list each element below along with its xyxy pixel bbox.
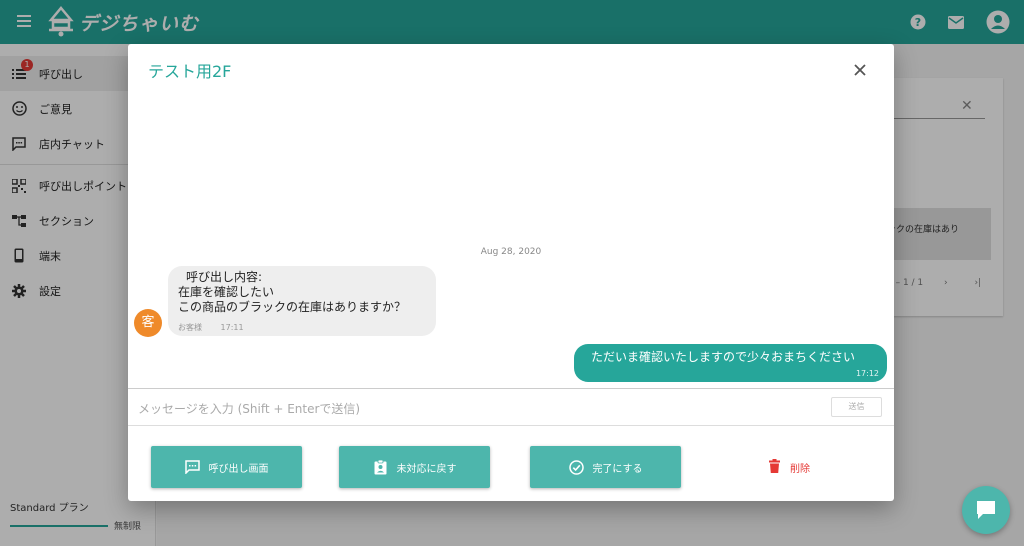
send-button[interactable]: 送信 [831,397,882,417]
close-icon[interactable] [852,62,868,78]
message-input[interactable]: メッセージを入力 (Shift + Enterで送信) 送信 [128,388,894,426]
staff-message-bubble: ただいま確認いたしますので少々おまちください 17:12 [574,344,887,382]
trash-icon [769,458,780,476]
chat-fab[interactable] [962,486,1010,534]
revert-to-pending-button[interactable]: 未対応に戻す [339,446,490,488]
chat-dialog: テスト用2F Aug 28, 2020 客 呼び出し内容: 在庫を確認したい こ… [128,44,894,501]
dialog-title: テスト用2F [148,62,232,81]
chat-bubble-icon [977,501,995,519]
chat-icon [185,459,201,475]
message-time: 17:11 [220,323,244,332]
message-line: 呼び出し内容: [186,270,263,284]
button-label: 完了にする [592,463,643,475]
button-label: 削除 [790,463,810,475]
call-screen-button[interactable]: 呼び出し画面 [151,446,302,488]
button-label: 呼び出し画面 [208,463,269,475]
customer-avatar: 客 [134,309,162,337]
customer-message-bubble: 呼び出し内容: 在庫を確認したい この商品のブラックの在庫はありますか？ お客様… [168,266,436,336]
assignment-ind-icon [373,459,389,475]
button-label: 未対応に戻す [396,463,457,475]
check-circle-icon [568,459,584,475]
message-time: 17:12 [855,369,879,378]
delete-button[interactable]: 削除 [769,458,810,476]
message-input-placeholder: メッセージを入力 (Shift + Enterで送信) [138,402,361,416]
message-line: 在庫を確認したい [178,285,275,299]
complete-button[interactable]: 完了にする [530,446,681,488]
date-separator: Aug 28, 2020 [480,247,542,257]
message-text: ただいま確認いたしますので少々おまちください [591,350,856,364]
message-line: この商品のブラックの在庫はありますか？ [178,300,407,314]
message-sender: お客様 [178,323,202,332]
